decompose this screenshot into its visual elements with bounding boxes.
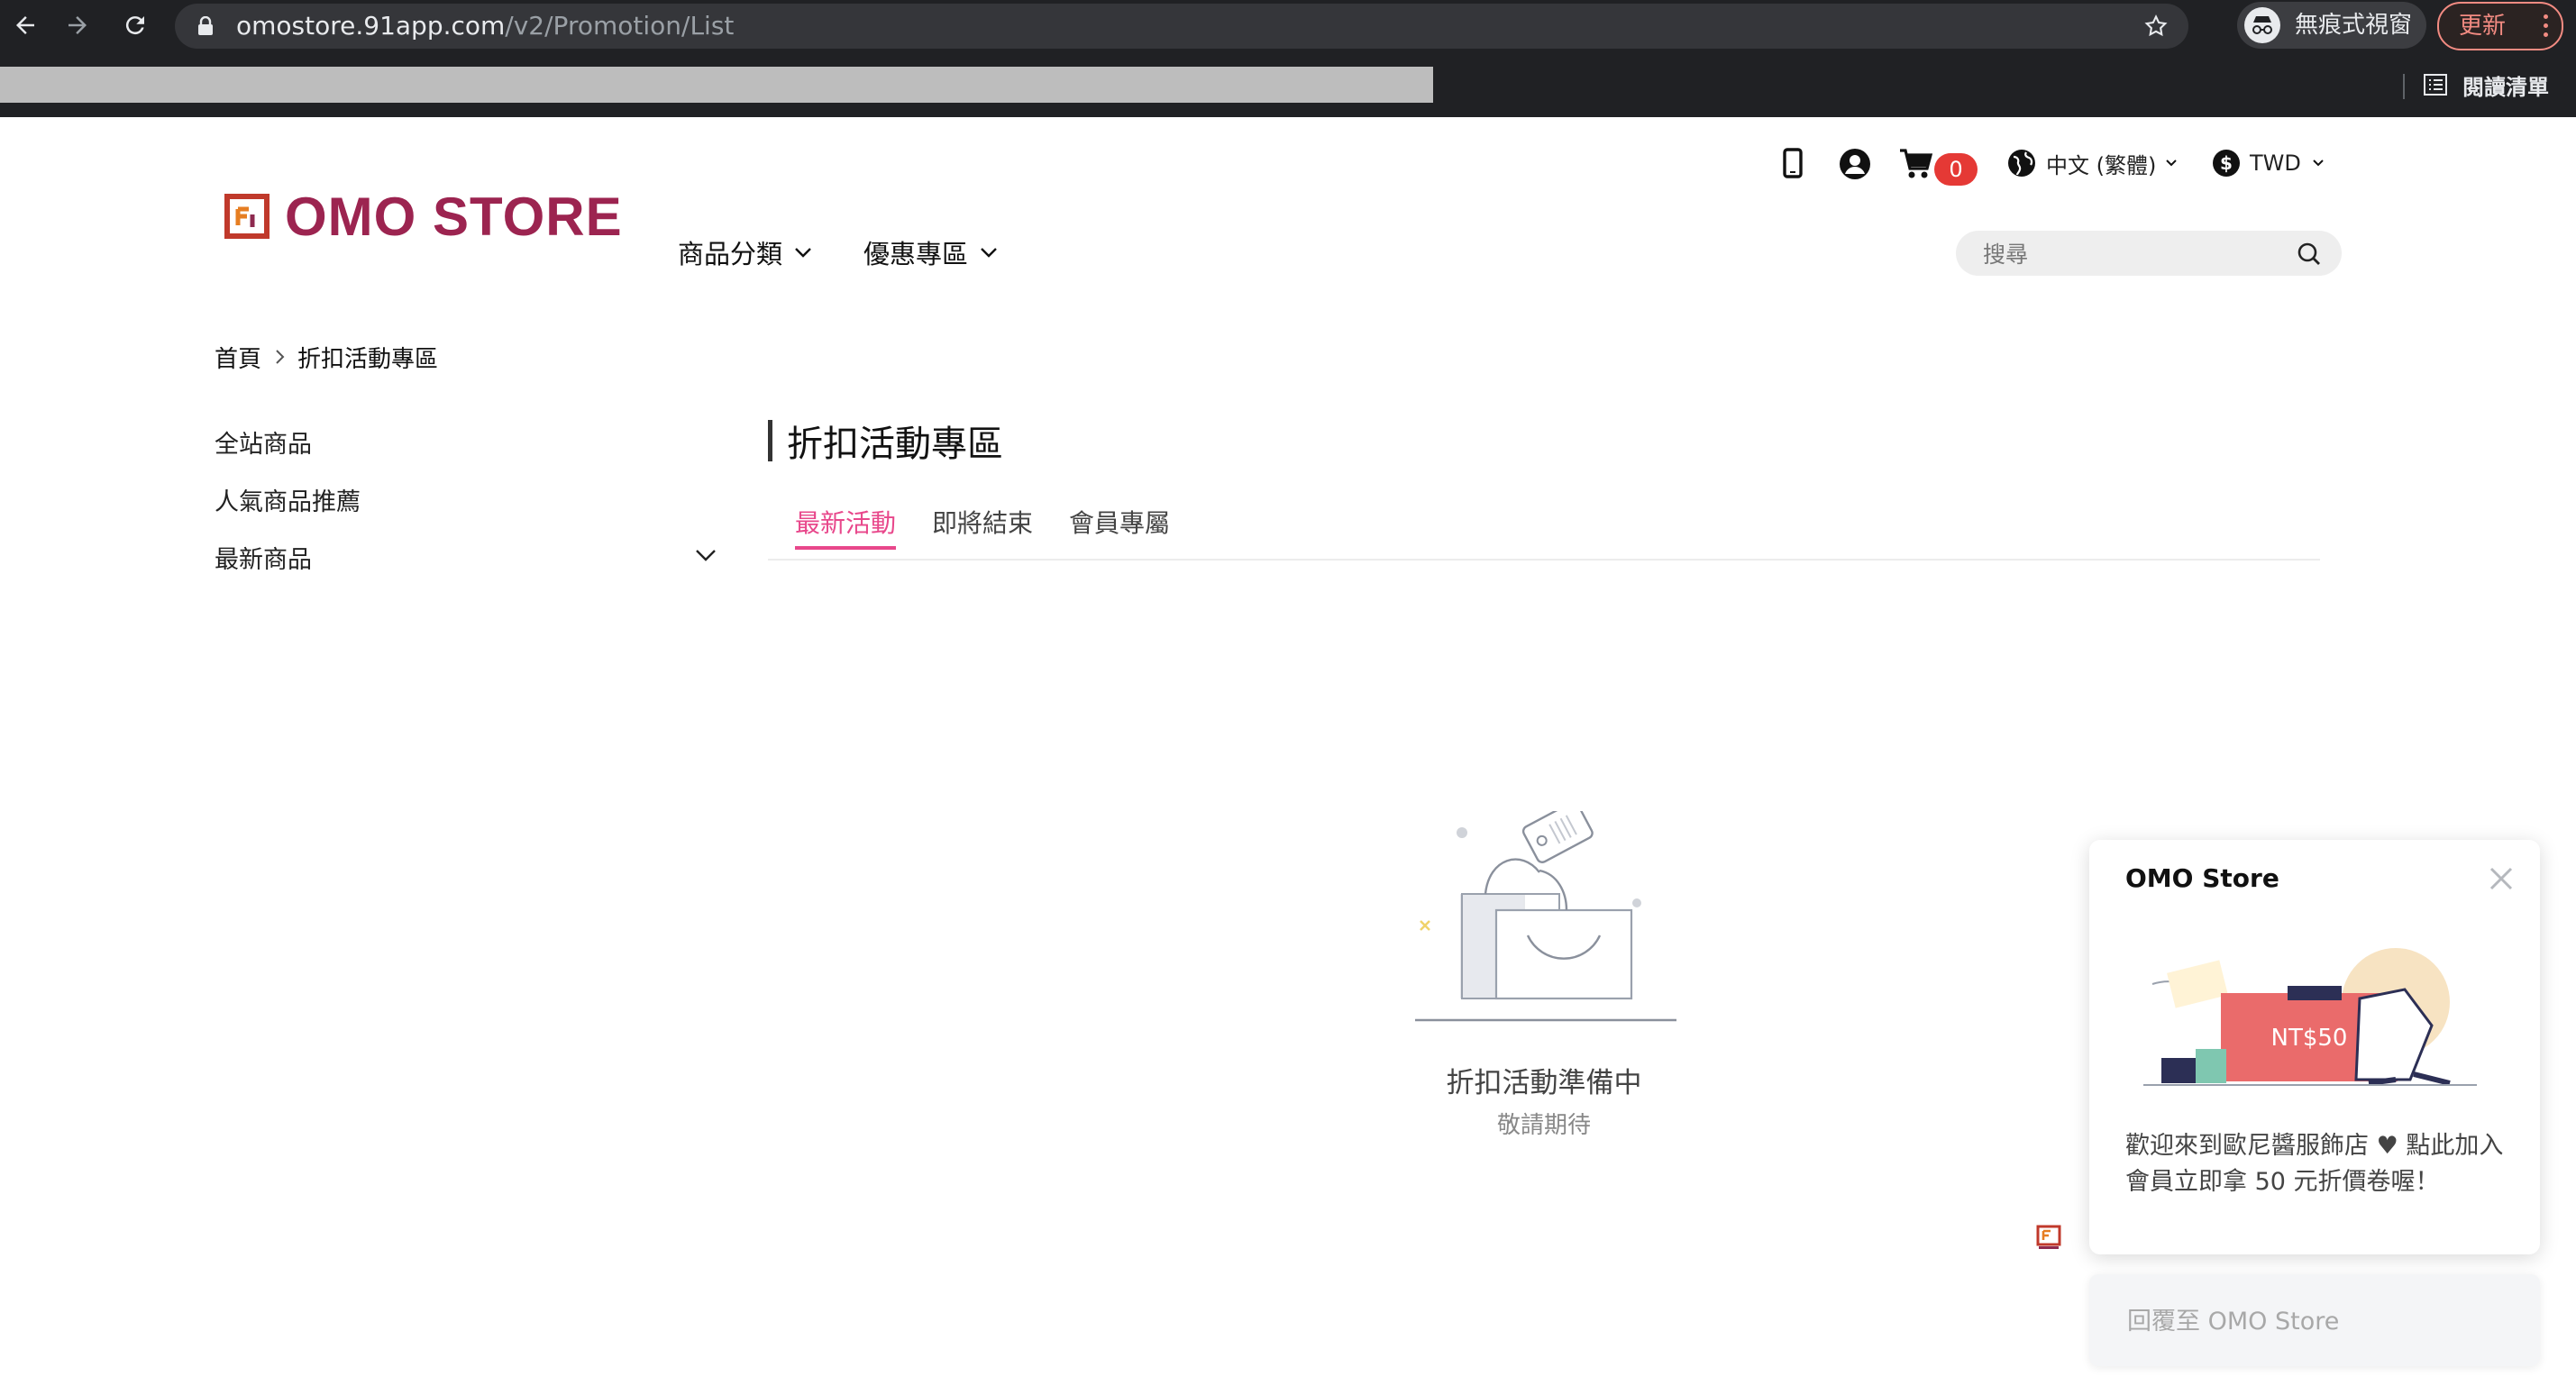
chevron-down-icon: [981, 248, 997, 258]
chevron-down-icon[interactable]: [694, 548, 717, 562]
breadcrumb: 首頁 折扣活動專區: [215, 339, 438, 375]
svg-text:$: $: [2220, 152, 2233, 174]
site-logo[interactable]: OMO STORE: [224, 185, 623, 248]
menu-label: 商品分類: [678, 239, 783, 269]
lock-icon: [198, 16, 213, 35]
chat-popup[interactable]: OMO Store NT$50 歡迎來到歐尼醬服飾店 ♥ 點此加入會員立即拿 5…: [2089, 840, 2540, 1254]
incognito-icon: [2244, 7, 2280, 43]
reading-list-icon: [2424, 74, 2447, 96]
chat-reply-input[interactable]: [2125, 1274, 2507, 1368]
empty-shopping-bag-icon: [1415, 811, 1676, 1022]
reading-list-button[interactable]: 閱讀清單: [2423, 67, 2549, 103]
search-box[interactable]: [1956, 231, 2342, 278]
empty-state-subtitle: 敬請期待: [1496, 1112, 1591, 1139]
chat-reply-box[interactable]: [2089, 1274, 2540, 1368]
store-avatar-icon: [2036, 1225, 2061, 1249]
incognito-label: 無痕式視窗: [2295, 12, 2413, 39]
cart-count-badge: 0: [1934, 153, 1978, 186]
back-button[interactable]: [0, 0, 50, 50]
browser-chrome: omostore.91app.com/v2/Promotion/List 無痕式…: [0, 0, 2576, 117]
menu-promotions[interactable]: 優惠專區: [863, 232, 999, 272]
url-text: omostore.91app.com/v2/Promotion/List: [236, 11, 735, 41]
logo-mark-icon: [224, 194, 269, 239]
coupon-amount: NT$50: [2271, 1025, 2348, 1052]
tab-members-only[interactable]: 會員專屬: [1069, 505, 1170, 546]
sidebar-item-new-products[interactable]: 最新商品: [215, 542, 312, 579]
coupon-illustration: NT$50: [2143, 948, 2477, 1086]
star-icon[interactable]: [2143, 14, 2169, 39]
incognito-indicator[interactable]: 無痕式視窗: [2237, 2, 2426, 49]
title-accent-bar: [768, 420, 772, 461]
divider: [2403, 74, 2405, 99]
reading-list-label: 閱讀清單: [2462, 74, 2549, 100]
chevron-down-icon: [2166, 160, 2178, 167]
menu-label: 優惠專區: [863, 239, 969, 269]
breadcrumb-home[interactable]: 首頁: [215, 341, 261, 374]
chat-message: 歡迎來到歐尼醬服飾店 ♥ 點此加入會員立即拿 50 元折價卷喔！: [2125, 1132, 2504, 1196]
arrow-left-icon: [16, 16, 34, 34]
sidebar-item-popular[interactable]: 人氣商品推薦: [215, 485, 361, 521]
chevron-right-icon: [276, 350, 285, 364]
page-title-text: 折扣活動專區: [787, 424, 1003, 465]
sidebar-item-all-products[interactable]: 全站商品: [215, 427, 312, 463]
mobile-icon[interactable]: [1781, 148, 1804, 178]
user-account-icon[interactable]: [1839, 148, 1871, 180]
address-bar[interactable]: omostore.91app.com/v2/Promotion/List: [175, 4, 2188, 49]
promotion-tabs: 最新活動 即將結束 會員專屬: [795, 505, 1206, 550]
update-label: 更新: [2459, 13, 2507, 40]
globe-icon: [2008, 150, 2035, 177]
page-title: 折扣活動專區: [768, 418, 1003, 465]
chevron-down-icon: [2313, 160, 2324, 167]
update-button[interactable]: 更新: [2437, 2, 2563, 50]
forward-button[interactable]: [52, 0, 103, 50]
reload-icon: [125, 16, 144, 35]
search-icon[interactable]: [2297, 242, 2322, 267]
tab-divider: [768, 559, 2320, 561]
bookmarks-bar-redacted: [0, 67, 1433, 103]
language-label: 中文 (繁體): [2046, 152, 2157, 178]
cart-icon[interactable]: [1898, 148, 1932, 180]
currency-selector[interactable]: $ TWD: [2212, 146, 2325, 180]
arrow-right-icon: [69, 16, 87, 34]
empty-state-title: 折扣活動準備中: [1446, 1067, 1642, 1099]
chat-title: OMO Store: [2125, 863, 2279, 893]
language-selector[interactable]: 中文 (繁體): [2006, 146, 2178, 180]
chevron-down-icon: [795, 248, 811, 258]
reload-button[interactable]: [110, 0, 160, 50]
close-icon[interactable]: [2488, 865, 2515, 892]
breadcrumb-current: 折扣活動專區: [297, 345, 439, 373]
dollar-icon: $: [2213, 150, 2240, 177]
menu-product-categories[interactable]: 商品分類: [678, 232, 813, 272]
search-input[interactable]: [1981, 231, 2291, 278]
tab-ending-soon[interactable]: 即將結束: [932, 505, 1033, 546]
logo-text: OMO STORE: [285, 186, 623, 247]
more-vert-icon: [2544, 14, 2549, 41]
tab-latest[interactable]: 最新活動: [795, 505, 897, 550]
currency-label: TWD: [2250, 150, 2301, 176]
